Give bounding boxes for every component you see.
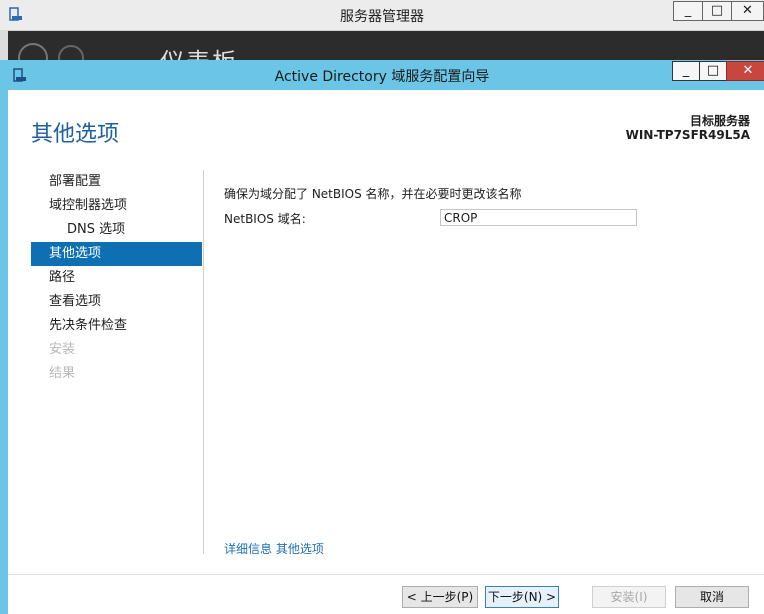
wizard-titlebar: Active Directory 域服务配置向导 _ □ ✕: [0, 60, 764, 90]
nav-item-prerequisites-check[interactable]: 先决条件检查: [31, 314, 202, 338]
server-manager-titlebar: 服务器管理器 _ □ ✕: [0, 0, 764, 31]
nav-item-dns-options[interactable]: DNS 选项: [31, 218, 202, 242]
previous-button[interactable]: < 上一步(P): [402, 586, 478, 608]
more-info-link[interactable]: 详细信息 其他选项: [224, 540, 324, 557]
nav-item-review-options[interactable]: 查看选项: [31, 290, 202, 314]
nav-item-dc-options[interactable]: 域控制器选项: [31, 194, 202, 218]
wizard-title: Active Directory 域服务配置向导: [274, 69, 490, 85]
bg-maximize-button[interactable]: □: [702, 1, 732, 21]
nav-item-additional-options[interactable]: 其他选项: [31, 242, 202, 266]
wizard-close-button[interactable]: ✕: [726, 61, 764, 81]
wizard-maximize-button[interactable]: □: [699, 61, 727, 81]
intro-text: 确保为域分配了 NetBIOS 名称，并在必要时更改该名称: [224, 187, 522, 201]
server-manager-title: 服务器管理器: [340, 9, 424, 25]
target-server-name: WIN-TP7SFR49L5A: [625, 128, 750, 142]
nav-item-results: 结果: [49, 366, 76, 381]
ad-ds-config-wizard: Active Directory 域服务配置向导 _ □ ✕ 其他选项 目标服务…: [0, 60, 764, 614]
wizard-body: 其他选项 目标服务器 WIN-TP7SFR49L5A 部署配置 域控制器选项 D…: [8, 90, 764, 614]
bg-close-button[interactable]: ✕: [731, 1, 764, 21]
nav-item-paths[interactable]: 路径: [31, 266, 202, 290]
netbios-label: NetBIOS 域名:: [224, 212, 306, 226]
next-button[interactable]: 下一步(N) >: [485, 586, 559, 608]
nav-item-deployment-config[interactable]: 部署配置: [31, 170, 202, 194]
footer-divider: [8, 574, 764, 575]
wizard-minimize-button[interactable]: _: [672, 61, 700, 81]
target-server-label: 目标服务器: [689, 114, 750, 128]
page-title: 其他选项: [31, 122, 120, 147]
nav-item-installation: 安装: [49, 342, 76, 357]
wizard-nav: 部署配置 域控制器选项 DNS 选项 其他选项 路径 查看选项 先决条件检查 安…: [31, 170, 202, 386]
cancel-button[interactable]: 取消: [675, 586, 749, 608]
install-button: 安装(I): [592, 586, 666, 608]
nav-divider: [203, 170, 204, 554]
server-manager-header: [8, 31, 764, 61]
netbios-name-input[interactable]: [440, 209, 637, 226]
bg-minimize-button[interactable]: _: [673, 1, 703, 21]
